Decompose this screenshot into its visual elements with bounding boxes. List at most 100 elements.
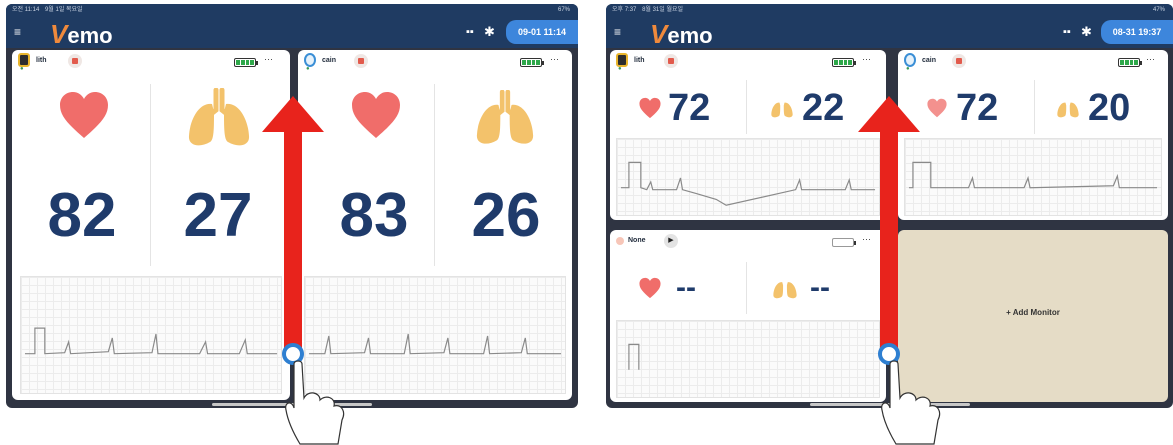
avatar [904,53,916,67]
record-stop-icon[interactable] [952,54,966,68]
record-stop-icon[interactable] [354,54,368,68]
logo-text: emo [667,23,713,48]
more-options-icon[interactable]: ··· [1146,54,1155,64]
lungs-icon [771,102,793,118]
monitor-card-cain[interactable]: ● cain ··· 83 26 [298,50,572,400]
status-time: 오후 7:37 [612,7,637,13]
heart-rate-value: 72 [956,86,999,129]
divider [150,84,151,266]
monitor-card-lith[interactable]: ● lith ··· 72 22 [610,50,886,220]
resp-rate-value: 27 [183,181,253,250]
ecg-waveform [616,320,880,398]
monitor-card-cain[interactable]: ● cain ··· 72 20 [898,50,1168,220]
divider [746,80,747,134]
lungs-icon [773,282,797,299]
heart-rate-value: 82 [47,181,117,250]
heart-rate-value: 72 [668,86,711,129]
status-bar: 오후 7:37 8월 31일 월요일 47% [606,4,1173,16]
resp-rate-row: 22 [770,86,845,129]
battery-icon [832,58,856,67]
more-options-icon[interactable]: ··· [550,54,559,64]
avatar [616,237,624,245]
avatar [18,53,30,67]
status-date: 9월 1일 목요일 [44,7,83,13]
resp-rate-value: 26 [471,181,541,250]
battery-icon [520,58,544,67]
connection-icon: ● [906,66,910,72]
app-logo: V emo [650,19,713,49]
logo-v: V [650,19,668,49]
more-options-icon[interactable]: ··· [264,54,273,64]
heart-rate-row: 72 [926,86,999,129]
card-header: ● lith ··· [610,50,886,76]
battery-icon [234,58,258,67]
connection-icon: ● [618,66,622,72]
ecg-waveform [904,138,1162,216]
card-header: ● cain ··· [898,50,1168,76]
heart-icon [927,98,947,118]
hand-pointer-icon [881,360,941,445]
resp-rate-value: 22 [802,86,845,129]
divider [746,262,747,314]
heart-icon [60,92,108,138]
gear-icon[interactable]: ✱ [1081,25,1095,39]
datetime-badge[interactable]: 08-31 19:37 [1101,20,1173,44]
play-icon[interactable]: ▶ [664,234,678,248]
gear-icon[interactable]: ✱ [484,25,498,39]
heart-rate-row: 72 [638,86,711,129]
monitor-name: cain [922,57,937,64]
logo-text: emo [67,23,113,48]
status-battery: 67% [557,7,570,13]
avatar [304,53,316,67]
app-logo: V emo [50,19,113,49]
hamburger-menu-icon[interactable]: ≡ [614,25,626,39]
record-stop-icon[interactable] [68,54,82,68]
card-header: ● lith ··· [12,50,290,76]
add-monitor-label: + Add Monitor [1006,308,1060,317]
heart-icon [352,92,400,138]
lungs-icon [476,90,534,144]
app-bar: ≡ V emo ▪▪ ✱ 08-31 19:37 [606,16,1173,49]
grid-icon[interactable]: ▪▪ [466,26,478,38]
swipe-up-arrow-icon [858,96,920,365]
battery-icon [832,238,856,247]
app-bar: ≡ V emo ▪▪ ✱ 09-01 11:14 [6,16,578,49]
divider [434,84,435,266]
avatar [616,53,628,67]
status-time: 오전 11:14 [12,7,40,13]
more-options-icon[interactable]: ··· [862,54,871,64]
card-header: ● cain ··· [298,50,572,76]
swipe-up-arrow-icon [262,96,324,365]
hand-pointer-icon [285,360,345,445]
resp-rate-value: -- [810,271,830,304]
lungs-icon [1057,102,1079,118]
connection-icon: ● [20,66,24,72]
monitor-name: cain [322,57,337,64]
grid-icon[interactable]: ▪▪ [1063,26,1075,38]
hamburger-menu-icon[interactable]: ≡ [14,25,26,39]
status-battery: 47% [1152,7,1165,13]
record-stop-icon[interactable] [664,54,678,68]
status-bar: 오전 11:14 9월 1일 목요일 67% [6,4,578,16]
heart-icon [639,97,661,119]
heart-rate-value: 83 [339,181,409,250]
monitor-card-none[interactable]: None ▶ ··· -- -- [610,230,886,402]
resp-rate-row: -- [772,270,830,306]
divider [1034,80,1035,134]
monitor-card-lith[interactable]: ● lith ··· 82 27 [12,50,290,400]
resp-rate-value: 20 [1088,86,1131,129]
monitor-name: lith [36,57,47,64]
heart-rate-value: -- [676,271,696,304]
monitor-name: None [628,237,646,244]
connection-icon: ● [306,66,310,72]
ecg-waveform [20,276,282,394]
monitor-name: lith [634,57,645,64]
lungs-icon [188,88,250,146]
logo-v: V [50,19,68,49]
status-date: 8월 31일 월요일 [642,7,684,13]
datetime-badge[interactable]: 09-01 11:14 [506,20,578,44]
heart-rate-row: -- [638,270,696,306]
resp-rate-row: 20 [1056,86,1131,129]
card-header: None ▶ ··· [610,230,886,256]
ecg-waveform [616,138,880,216]
